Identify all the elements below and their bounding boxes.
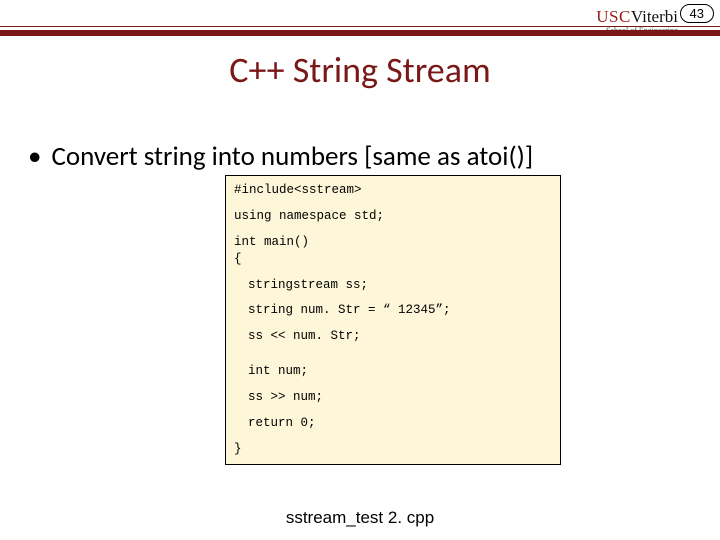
bullet-dot-icon: • (28, 140, 41, 173)
code-line: } (234, 441, 552, 458)
slide-title: C++ String Stream (0, 48, 720, 92)
bullet-text: Convert string into numbers [same as ato… (51, 140, 533, 173)
code-line: int main() (234, 234, 552, 251)
logo-usc: USC (596, 7, 631, 26)
bullet-line: • Convert string into numbers [same as at… (28, 140, 533, 173)
code-line: ss >> num; (234, 389, 552, 406)
code-block: #include<sstream> using namespace std; i… (225, 175, 561, 465)
page-number: 43 (680, 4, 714, 23)
code-caption: sstream_test 2. cpp (0, 508, 720, 528)
code-line: { (234, 251, 552, 268)
code-line: return 0; (234, 415, 552, 432)
header-divider (0, 30, 720, 36)
code-line: stringstream ss; (234, 277, 552, 294)
code-line: using namespace std; (234, 208, 552, 225)
logo-viterbi: Viterbi (631, 7, 678, 26)
code-line: string num. Str = “ 12345”; (234, 302, 552, 319)
code-line: #include<sstream> (234, 182, 552, 199)
code-line: ss << num. Str; (234, 328, 552, 345)
code-line: int num; (234, 363, 552, 380)
